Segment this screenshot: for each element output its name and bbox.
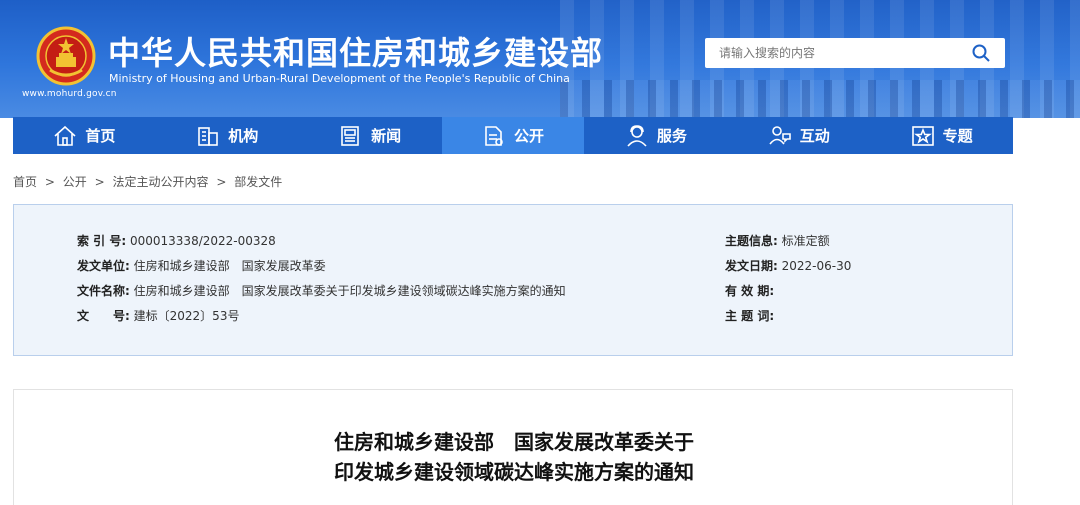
nav-item-topics[interactable]: 专题 — [870, 117, 1013, 154]
nav-item-label: 机构 — [228, 127, 259, 145]
user-service-icon — [627, 124, 647, 147]
nav-item-label: 服务 — [656, 127, 687, 145]
breadcrumb-item-home[interactable]: 首页 — [13, 175, 37, 189]
main-nav: 首页 机构 新闻 公开 服务 互动 专题 — [13, 117, 1013, 154]
document-icon — [485, 125, 503, 146]
info-topic: 主题信息: 标准定额 — [725, 232, 830, 249]
info-value: 标准定额 — [781, 234, 830, 248]
breadcrumb-item-documents[interactable]: 部发文件 — [234, 175, 282, 189]
info-label: 发文日期: — [725, 259, 778, 273]
info-issuing-unit: 发文单位: 住房和城乡建设部 国家发展改革委 — [77, 257, 326, 274]
breadcrumb-separator: > — [94, 175, 105, 189]
info-value: 000013338/2022-00328 — [129, 234, 276, 248]
info-value: 住房和城乡建设部 国家发展改革委 — [133, 259, 326, 273]
building-icon — [198, 126, 219, 146]
document-info-panel: 索 引 号: 000013338/2022-00328 发文单位: 住房和城乡建… — [13, 204, 1013, 356]
newspaper-icon — [341, 125, 359, 146]
info-document-name: 文件名称: 住房和城乡建设部 国家发展改革委关于印发城乡建设领域碳达峰实施方案的… — [77, 282, 566, 299]
breadcrumb-item-public[interactable]: 公开 — [63, 175, 87, 189]
national-emblem-icon — [36, 26, 96, 86]
nav-item-label: 新闻 — [371, 127, 402, 145]
info-issue-date: 发文日期: 2022-06-30 — [725, 257, 851, 274]
info-value: 住房和城乡建设部 国家发展改革委关于印发城乡建设领域碳达峰实施方案的通知 — [133, 284, 566, 298]
article-title-line-2: 印发城乡建设领域碳达峰实施方案的通知 — [334, 460, 694, 484]
info-value: 2022-06-30 — [781, 259, 852, 273]
nav-item-interaction[interactable]: 互动 — [727, 117, 870, 154]
info-label: 主题信息: — [725, 234, 778, 248]
nav-item-label: 首页 — [85, 127, 116, 145]
header-background-windows — [560, 80, 1080, 118]
info-index-number: 索 引 号: 000013338/2022-00328 — [77, 232, 276, 249]
breadcrumb-separator: > — [44, 175, 55, 189]
nav-item-label: 互动 — [799, 127, 830, 145]
site-header: www.mohurd.gov.cn 中华人民共和国住房和城乡建设部 Minist… — [0, 0, 1080, 118]
nav-item-label: 专题 — [942, 127, 973, 145]
star-icon — [911, 125, 934, 146]
article-body: 住房和城乡建设部 国家发展改革委关于 印发城乡建设领域碳达峰实施方案的通知 — [13, 389, 1013, 505]
search-box — [705, 38, 1005, 68]
nav-item-news[interactable]: 新闻 — [299, 117, 442, 154]
nav-item-public[interactable]: 公开 — [441, 117, 585, 154]
search-icon[interactable] — [971, 43, 991, 63]
home-icon — [54, 125, 76, 146]
breadcrumb-item-statutory[interactable]: 法定主动公开内容 — [112, 175, 208, 189]
info-keywords: 主 题 词: — [725, 307, 774, 324]
site-url[interactable]: www.mohurd.gov.cn — [22, 89, 117, 99]
site-subtitle: Ministry of Housing and Urban-Rural Deve… — [109, 72, 570, 85]
breadcrumb-separator: > — [216, 175, 227, 189]
info-label: 发文单位: — [77, 259, 130, 273]
info-value: 建标〔2022〕53号 — [133, 309, 240, 323]
interaction-icon — [769, 125, 791, 145]
info-label: 文 号: — [77, 309, 130, 323]
breadcrumb: 首页 > 公开 > 法定主动公开内容 > 部发文件 — [13, 173, 286, 190]
info-label: 主 题 词: — [725, 309, 775, 323]
nav-item-organization[interactable]: 机构 — [156, 117, 299, 154]
search-input[interactable] — [705, 38, 965, 68]
site-title: 中华人民共和国住房和城乡建设部 — [108, 34, 604, 72]
info-document-number: 文 号: 建标〔2022〕53号 — [77, 307, 239, 324]
nav-item-label: 公开 — [514, 127, 545, 145]
info-validity: 有 效 期: — [725, 282, 774, 299]
nav-item-service[interactable]: 服务 — [584, 117, 727, 154]
info-label: 索 引 号: — [77, 234, 127, 248]
nav-item-home[interactable]: 首页 — [13, 117, 156, 154]
article-title-line-1: 住房和城乡建设部 国家发展改革委关于 — [334, 430, 694, 454]
info-label: 有 效 期: — [725, 284, 775, 298]
info-label: 文件名称: — [77, 284, 130, 298]
